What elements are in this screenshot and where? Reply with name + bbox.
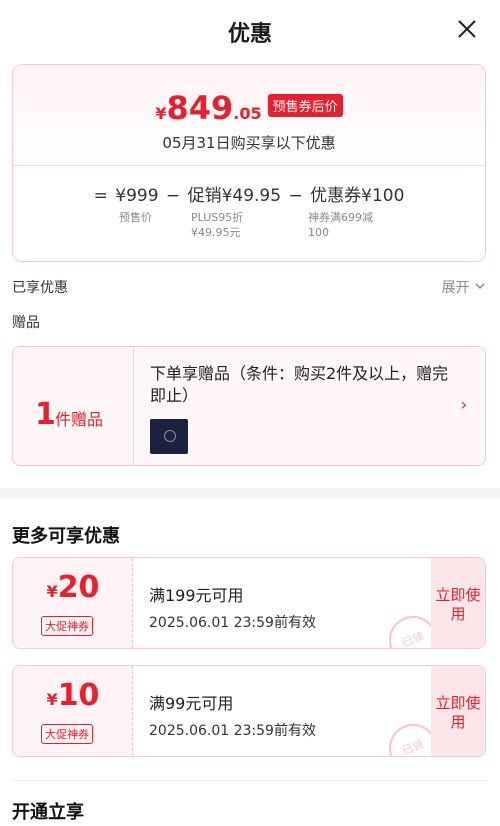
coupon-sub-label: 神券满699减 100 — [308, 210, 373, 240]
formula-minus: − — [165, 186, 181, 206]
divider — [13, 165, 485, 166]
coupon-tag: 大促神券 — [41, 724, 93, 744]
price-currency: ¥ — [155, 104, 167, 123]
formula-presale-price: ¥999 — [115, 186, 159, 206]
gift-count-unit: 件赠品 — [55, 410, 104, 429]
divider — [12, 780, 488, 781]
coupon-value: 20 — [57, 570, 100, 605]
coupon-card: ¥20 大促神券 满199元可用 2025.06.01 23:59前有效 已领 … — [12, 557, 486, 649]
expand-label: 展开 — [441, 280, 470, 296]
price-integer: 849 — [166, 89, 234, 127]
header: 优惠 — [0, 0, 500, 62]
section-divider — [0, 488, 500, 498]
coupon-expiry: 2025.06.01 23:59前有效 — [149, 615, 316, 631]
presale-sub-label: 预售价 — [119, 211, 152, 224]
use-now-button[interactable]: 立即使用 — [431, 558, 485, 648]
gift-card[interactable]: 1 件赠品 下单享赠品（条件：购买2件及以上，赠完即止） › — [12, 346, 486, 466]
chevron-down-icon — [475, 283, 485, 290]
use-now-button[interactable]: 立即使用 — [431, 666, 485, 756]
coupon-condition: 满99元可用 — [149, 694, 234, 713]
coupon-currency: ¥ — [46, 690, 58, 709]
presale-badge: 预售券后价 — [267, 94, 343, 117]
coupon-amount: ¥10 — [13, 678, 133, 713]
coupon-sub-line1: 神券满699减 — [308, 211, 373, 224]
gift-count: 1 — [35, 397, 56, 432]
coupon-amount: ¥20 — [13, 570, 133, 605]
expand-button[interactable]: 展开 — [442, 277, 486, 297]
coupon-currency: ¥ — [46, 582, 58, 601]
promo-sub-label: PLUS95折 ¥49.95元 — [191, 210, 243, 240]
coupon-condition: 满199元可用 — [149, 586, 244, 605]
enjoyed-offers-label: 已享优惠 — [12, 280, 68, 296]
price-decimal: .05 — [233, 104, 262, 123]
gift-section-label: 赠品 — [12, 315, 40, 331]
price-breakdown-card: ¥849.05 预售券后价 05月31日购买享以下优惠 = ¥999 − 促销¥4… — [12, 64, 486, 262]
coupon-sub-line2: 100 — [308, 226, 329, 239]
coupon-card: ¥10 大促神券 满99元可用 2025.06.01 23:59前有效 已领 立… — [12, 665, 486, 757]
coupon-value: 10 — [57, 678, 100, 713]
promo-sub-line2: ¥49.95元 — [191, 226, 241, 239]
purchase-note: 05月31日购买享以下优惠 — [162, 134, 336, 152]
formula-promo: 促销¥49.95 — [187, 186, 282, 206]
promo-sub-line1: PLUS95折 — [191, 211, 244, 224]
gift-description: 下单享赠品（条件：购买2件及以上，赠完即止） — [150, 364, 449, 405]
formula-coupon: 优惠券¥100 — [310, 186, 405, 206]
chevron-right-icon: › — [460, 395, 467, 414]
price-formula: = ¥999 − 促销¥49.95 − 优惠券¥100 — [13, 181, 485, 206]
more-offers-title: 更多可享优惠 — [12, 526, 120, 547]
open-section-title: 开通立享 — [12, 802, 84, 823]
close-icon[interactable] — [454, 16, 480, 42]
coupon-tag: 大促神券 — [41, 616, 93, 636]
page-title: 优惠 — [227, 22, 272, 47]
formula-equals: = — [93, 186, 108, 206]
coupon-expiry: 2025.06.01 23:59前有效 — [149, 723, 316, 739]
final-price: ¥849.05 预售券后价 — [13, 89, 485, 127]
formula-minus: − — [288, 186, 303, 206]
gift-thumbnail[interactable] — [150, 419, 188, 454]
